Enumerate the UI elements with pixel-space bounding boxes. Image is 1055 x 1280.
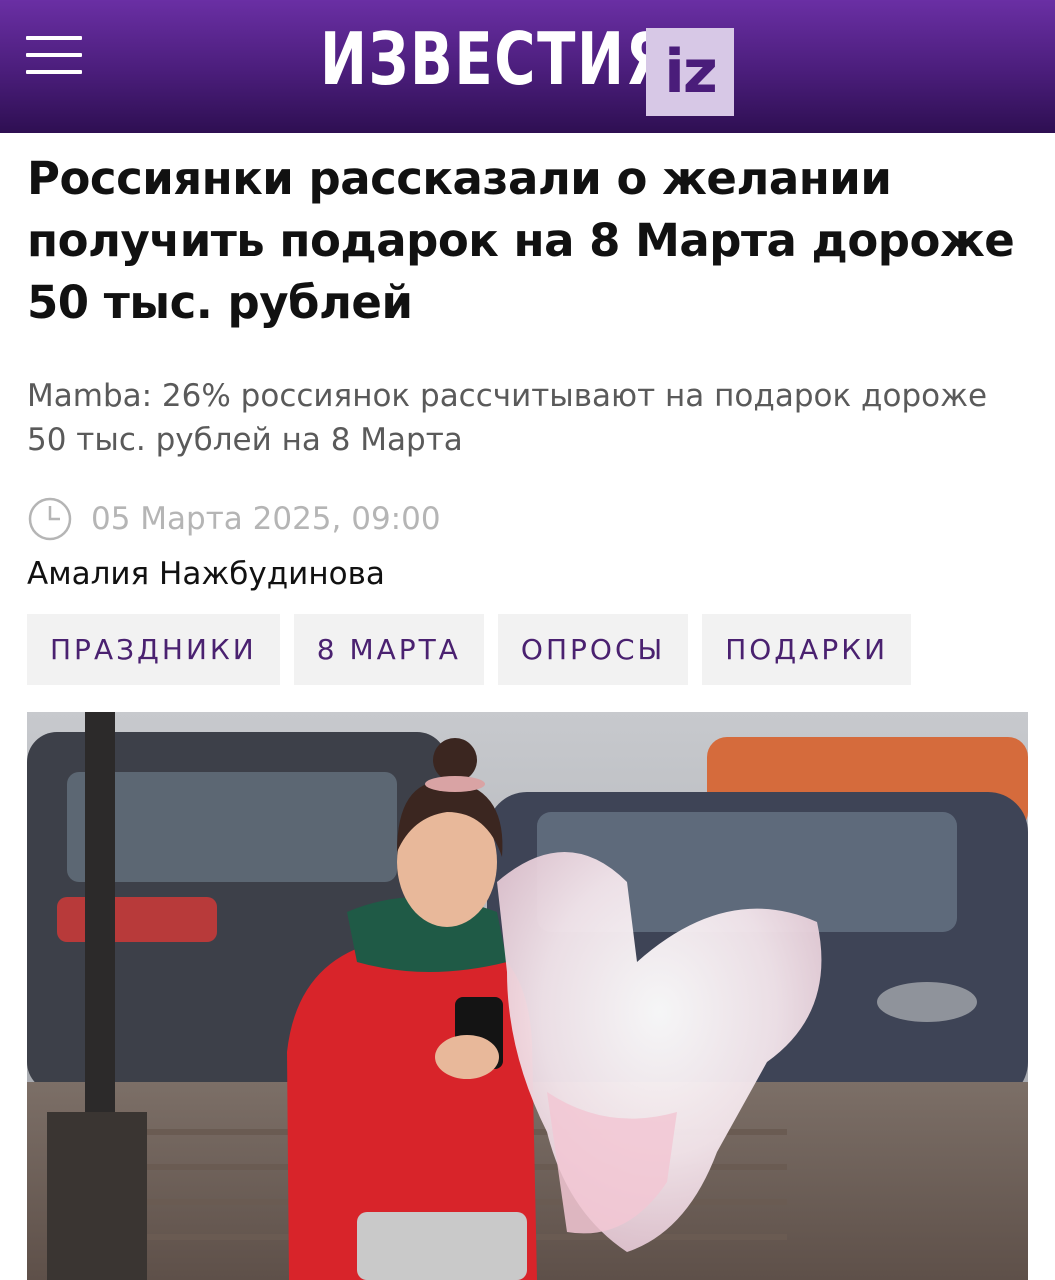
menu-line [26, 70, 82, 74]
tag-polls[interactable]: ОПРОСЫ [497, 614, 689, 685]
top-bar: ИЗВЕСТИЯ iz [0, 0, 1055, 133]
hamburger-menu-icon[interactable] [26, 34, 82, 76]
article-dateline: 05 Марта 2025, 09:00 [27, 494, 441, 544]
tag-march-8[interactable]: 8 МАРТА [293, 614, 484, 685]
tag-holidays[interactable]: ПРАЗДНИКИ [27, 614, 280, 685]
photo-illustration [27, 712, 1028, 1280]
tag-list: ПРАЗДНИКИ 8 МАРТА ОПРОСЫ ПОДАРКИ [27, 614, 912, 685]
article-title: Россиянки рассказали о желании получить … [27, 152, 1015, 329]
clock-icon [28, 497, 72, 541]
site-logo[interactable]: ИЗВЕСТИЯ iz [320, 14, 769, 116]
article-subtitle: Mamba: 26% россиянок рассчитывают на под… [27, 378, 988, 458]
article-photo [27, 712, 1028, 1280]
tag-gifts[interactable]: ПОДАРКИ [702, 614, 912, 685]
menu-line [26, 36, 82, 40]
logo-badge-text: iz [664, 37, 717, 107]
menu-line [26, 53, 82, 57]
logo-badge: iz [646, 28, 734, 116]
publish-date: 05 Марта 2025, 09:00 [91, 501, 441, 537]
logo-text: ИЗВЕСТИЯ [320, 17, 671, 101]
author-name[interactable]: Амалия Нажбудинова [27, 556, 385, 592]
